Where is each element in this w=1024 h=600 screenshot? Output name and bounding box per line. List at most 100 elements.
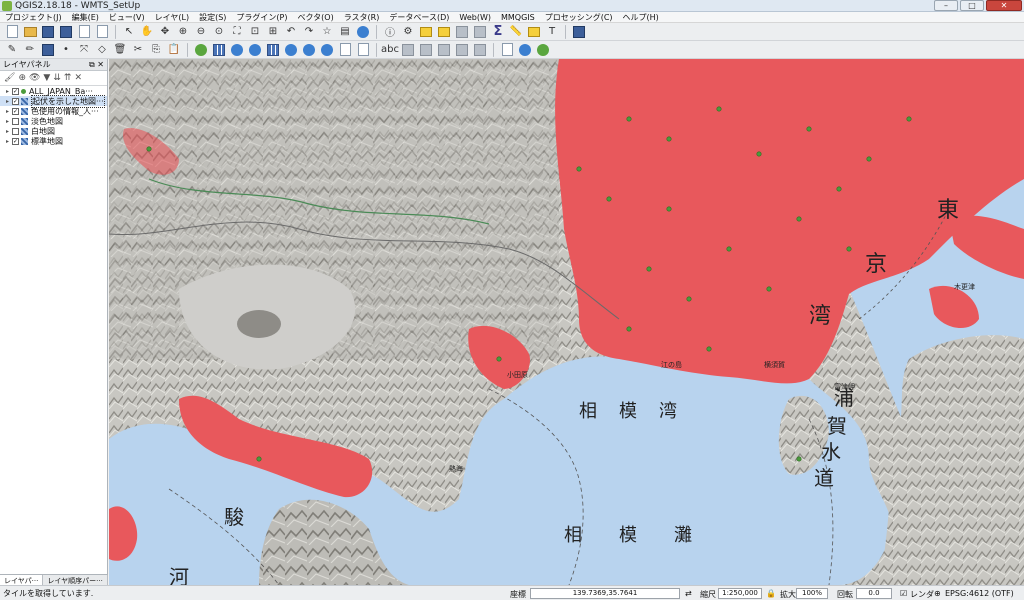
add-spatialite-icon[interactable] — [247, 42, 263, 58]
rotation-field[interactable]: 0.0 — [856, 588, 892, 599]
layer-visibility-checkbox[interactable] — [12, 117, 19, 125]
layer-item[interactable]: ▸ ✓ 標準地図 — [0, 136, 107, 146]
render-checkbox[interactable]: ☑ — [900, 589, 907, 598]
text-annotation-icon[interactable]: T — [544, 24, 560, 40]
actions-icon[interactable]: ⚙ — [400, 24, 416, 40]
attribute-table-icon[interactable] — [454, 24, 470, 40]
menu-help[interactable]: ヘルプ(H) — [618, 12, 664, 23]
label-icon[interactable]: abc — [381, 42, 399, 58]
refresh-icon[interactable] — [355, 24, 371, 40]
filter-icon[interactable]: ▼ — [43, 73, 50, 83]
pan-hand-icon[interactable]: ✋ — [139, 24, 155, 40]
zoom-full-icon[interactable]: ⛶ — [229, 24, 245, 40]
select-features-icon[interactable] — [418, 24, 434, 40]
add-postgis-icon[interactable] — [229, 42, 245, 58]
layer-visibility-checkbox[interactable] — [12, 127, 19, 135]
show-bookmarks-icon[interactable]: ▤ — [337, 24, 353, 40]
zoom-selection-icon[interactable]: ⊡ — [247, 24, 263, 40]
panel-float-close-icon[interactable]: ⧉ ✕ — [89, 60, 107, 70]
tab-layer-order[interactable]: レイヤ順序パー··· — [43, 575, 108, 585]
move-label-icon[interactable] — [436, 42, 452, 58]
crs-status[interactable]: EPSG:4612 (OTF) — [945, 589, 1014, 598]
add-wms-icon[interactable] — [283, 42, 299, 58]
plugin-green-icon[interactable] — [535, 42, 551, 58]
copy-features-icon[interactable]: ⎘ — [148, 42, 164, 58]
print-composer-icon[interactable] — [76, 24, 92, 40]
menu-database[interactable]: データベース(D) — [384, 12, 454, 23]
csw-icon[interactable] — [499, 42, 515, 58]
add-vector-icon[interactable] — [193, 42, 209, 58]
statistics-icon[interactable]: Σ — [490, 24, 506, 40]
new-layer-icon[interactable] — [355, 42, 371, 58]
move-feature-icon[interactable]: ⤧ — [76, 42, 92, 58]
maximize-button[interactable]: □ — [960, 0, 984, 11]
touch-zoom-icon[interactable]: ↖ — [121, 24, 137, 40]
scale-field[interactable]: 1:250,000 — [718, 588, 762, 599]
magnifier-field[interactable]: 100% — [796, 588, 828, 599]
save-as-icon[interactable] — [58, 24, 74, 40]
coord-toggle-icon[interactable]: ⇄ — [685, 589, 692, 598]
zoom-last-icon[interactable]: ↶ — [283, 24, 299, 40]
add-feature-icon[interactable]: • — [58, 42, 74, 58]
crs-globe-icon[interactable]: ⊕ — [934, 589, 941, 598]
layer-item[interactable]: ▸ 淡色地図 — [0, 116, 107, 126]
remove-layer-icon[interactable]: ✕ — [74, 73, 82, 83]
map-tips-icon[interactable] — [526, 24, 542, 40]
menu-vector[interactable]: ベクタ(O) — [293, 12, 339, 23]
lock-scale-icon[interactable]: 🔒 — [766, 589, 776, 598]
menu-settings[interactable]: 設定(S) — [194, 12, 231, 23]
layer-visibility-checkbox[interactable]: ✓ — [12, 87, 19, 95]
style-icon[interactable]: 🖌 — [4, 73, 15, 83]
add-raster-icon[interactable] — [211, 42, 227, 58]
rotate-label-icon[interactable] — [454, 42, 470, 58]
layer-item[interactable]: ▸ ✓ 起伏を示した地図··· — [0, 94, 107, 108]
collapse-all-icon[interactable]: ⇈ — [64, 73, 72, 83]
add-wfs-icon[interactable] — [319, 42, 335, 58]
new-project-icon[interactable] — [4, 24, 20, 40]
change-label-icon[interactable] — [472, 42, 488, 58]
layer-visibility-checkbox[interactable]: ✓ — [12, 107, 19, 115]
menu-project[interactable]: プロジェクト(J) — [0, 12, 67, 23]
menu-raster[interactable]: ラスタ(R) — [339, 12, 385, 23]
field-calculator-icon[interactable] — [472, 24, 488, 40]
zoom-layer-icon[interactable]: ⊞ — [265, 24, 281, 40]
add-group-icon[interactable]: ⊕ — [18, 73, 26, 83]
help-icon[interactable] — [571, 24, 587, 40]
composer-manager-icon[interactable] — [94, 24, 110, 40]
paste-features-icon[interactable]: 📋 — [166, 42, 182, 58]
menu-mmqgis[interactable]: MMQGIS — [496, 13, 540, 22]
open-project-icon[interactable] — [22, 24, 38, 40]
zoom-native-icon[interactable]: ⊙ — [211, 24, 227, 40]
delete-selected-icon[interactable]: 🗑 — [112, 42, 128, 58]
toggle-editing-icon[interactable]: ✏ — [22, 42, 38, 58]
pin-labels-icon[interactable] — [400, 42, 416, 58]
show-hide-labels-icon[interactable] — [418, 42, 434, 58]
pan-to-selection-icon[interactable]: ✥ — [157, 24, 173, 40]
layer-visibility-checkbox[interactable]: ✓ — [12, 137, 19, 145]
save-project-icon[interactable] — [40, 24, 56, 40]
menu-plugins[interactable]: プラグイン(P) — [231, 12, 292, 23]
zoom-next-icon[interactable]: ↷ — [301, 24, 317, 40]
add-delimited-text-icon[interactable] — [337, 42, 353, 58]
zoom-out-icon[interactable]: ⊖ — [193, 24, 209, 40]
cut-features-icon[interactable]: ✂ — [130, 42, 146, 58]
python-console-icon[interactable] — [517, 42, 533, 58]
close-button[interactable]: ✕ — [986, 0, 1022, 11]
menu-processing[interactable]: プロセッシング(C) — [540, 12, 618, 23]
add-wcs-icon[interactable] — [301, 42, 317, 58]
menu-edit[interactable]: 編集(E) — [67, 12, 104, 23]
layer-item[interactable]: ▸ 白地図 — [0, 126, 107, 136]
deselect-icon[interactable] — [436, 24, 452, 40]
menu-view[interactable]: ビュー(V) — [104, 12, 150, 23]
current-edits-icon[interactable]: ✎ — [4, 42, 20, 58]
layer-item[interactable]: ▸ ✓ 色使用の情報_人··· — [0, 106, 107, 116]
menu-layer[interactable]: レイヤ(L) — [150, 12, 194, 23]
add-mssql-icon[interactable] — [265, 42, 281, 58]
expand-all-icon[interactable]: ⇊ — [53, 73, 61, 83]
identify-icon[interactable]: ⓘ — [382, 24, 398, 40]
node-tool-icon[interactable]: ◇ — [94, 42, 110, 58]
layer-visibility-checkbox[interactable]: ✓ — [12, 97, 19, 105]
zoom-in-icon[interactable]: ⊕ — [175, 24, 191, 40]
measure-icon[interactable]: 📏 — [508, 24, 524, 40]
menu-web[interactable]: Web(W) — [454, 13, 496, 22]
